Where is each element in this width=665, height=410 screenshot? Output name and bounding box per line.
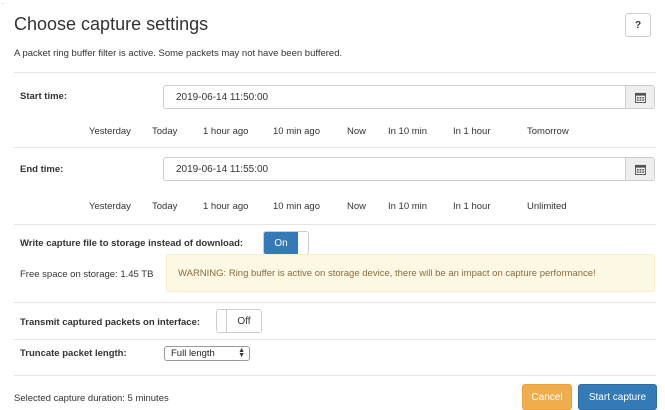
divider bbox=[14, 339, 656, 340]
start-quick-1-hour-ago[interactable]: 1 hour ago bbox=[203, 126, 248, 137]
start-quick-yesterday[interactable]: Yesterday bbox=[89, 126, 131, 137]
capture-duration-text: Selected capture duration: 5 minutes bbox=[14, 393, 169, 404]
end-quick-in-1-hour[interactable]: In 1 hour bbox=[453, 201, 491, 212]
start-calendar-button[interactable] bbox=[625, 85, 655, 109]
toggle-knob bbox=[217, 310, 227, 332]
divider bbox=[14, 72, 656, 73]
start-quick-10-min-ago[interactable]: 10 min ago bbox=[273, 126, 320, 137]
truncate-selected-value: Full length bbox=[171, 348, 215, 359]
dialog-subtitle: A packet ring buffer filter is active. S… bbox=[14, 48, 343, 59]
ring-buffer-warning: WARNING: Ring buffer is active on storag… bbox=[166, 254, 655, 292]
cancel-button[interactable]: Cancel bbox=[522, 384, 572, 410]
end-quick-today[interactable]: Today bbox=[152, 201, 177, 212]
start-time-label: Start time: bbox=[20, 91, 67, 102]
select-arrows-icon: ▲ ▼ bbox=[238, 347, 245, 359]
end-quick-10-min-ago[interactable]: 10 min ago bbox=[273, 201, 320, 212]
storage-toggle[interactable]: On bbox=[263, 231, 309, 255]
calendar-icon bbox=[634, 164, 646, 175]
end-quick-unlimited[interactable]: Unlimited bbox=[527, 201, 567, 212]
start-quick-in-1-hour[interactable]: In 1 hour bbox=[453, 126, 491, 137]
end-quick-yesterday[interactable]: Yesterday bbox=[89, 201, 131, 212]
toggle-off-label: Off bbox=[227, 310, 261, 332]
end-time-input[interactable]: 2019-06-14 11:55:00 bbox=[163, 157, 625, 181]
end-quick-in-10-min[interactable]: In 10 min bbox=[388, 201, 427, 212]
truncate-label: Truncate packet length: bbox=[20, 348, 127, 359]
start-quick-in-10-min[interactable]: In 10 min bbox=[388, 126, 427, 137]
toggle-knob bbox=[298, 232, 308, 254]
divider bbox=[14, 147, 656, 148]
start-quick-tomorrow[interactable]: Tomorrow bbox=[527, 126, 569, 137]
toggle-on-label: On bbox=[264, 232, 298, 254]
end-time-label: End time: bbox=[20, 164, 64, 175]
free-space-text: Free space on storage: 1.45 TB bbox=[20, 269, 154, 280]
truncate-select[interactable]: Full length ▲ ▼ bbox=[164, 346, 250, 361]
divider bbox=[14, 302, 656, 303]
start-capture-button[interactable]: Start capture bbox=[578, 384, 657, 410]
transmit-toggle[interactable]: Off bbox=[216, 309, 262, 333]
end-quick-now[interactable]: Now bbox=[347, 201, 366, 212]
start-quick-now[interactable]: Now bbox=[347, 126, 366, 137]
corner-mark: · bbox=[2, 1, 4, 7]
start-quick-today[interactable]: Today bbox=[152, 126, 177, 137]
start-time-input[interactable]: 2019-06-14 11:50:00 bbox=[163, 85, 625, 109]
divider bbox=[14, 224, 656, 225]
help-button[interactable]: ? bbox=[625, 13, 651, 37]
end-quick-1-hour-ago[interactable]: 1 hour ago bbox=[203, 201, 248, 212]
storage-label: Write capture file to storage instead of… bbox=[20, 238, 244, 249]
divider bbox=[14, 375, 656, 376]
end-calendar-button[interactable] bbox=[625, 157, 655, 181]
dialog-title: Choose capture settings bbox=[14, 14, 209, 34]
calendar-icon bbox=[634, 92, 646, 103]
transmit-label: Transmit captured packets on interface: bbox=[20, 317, 201, 328]
